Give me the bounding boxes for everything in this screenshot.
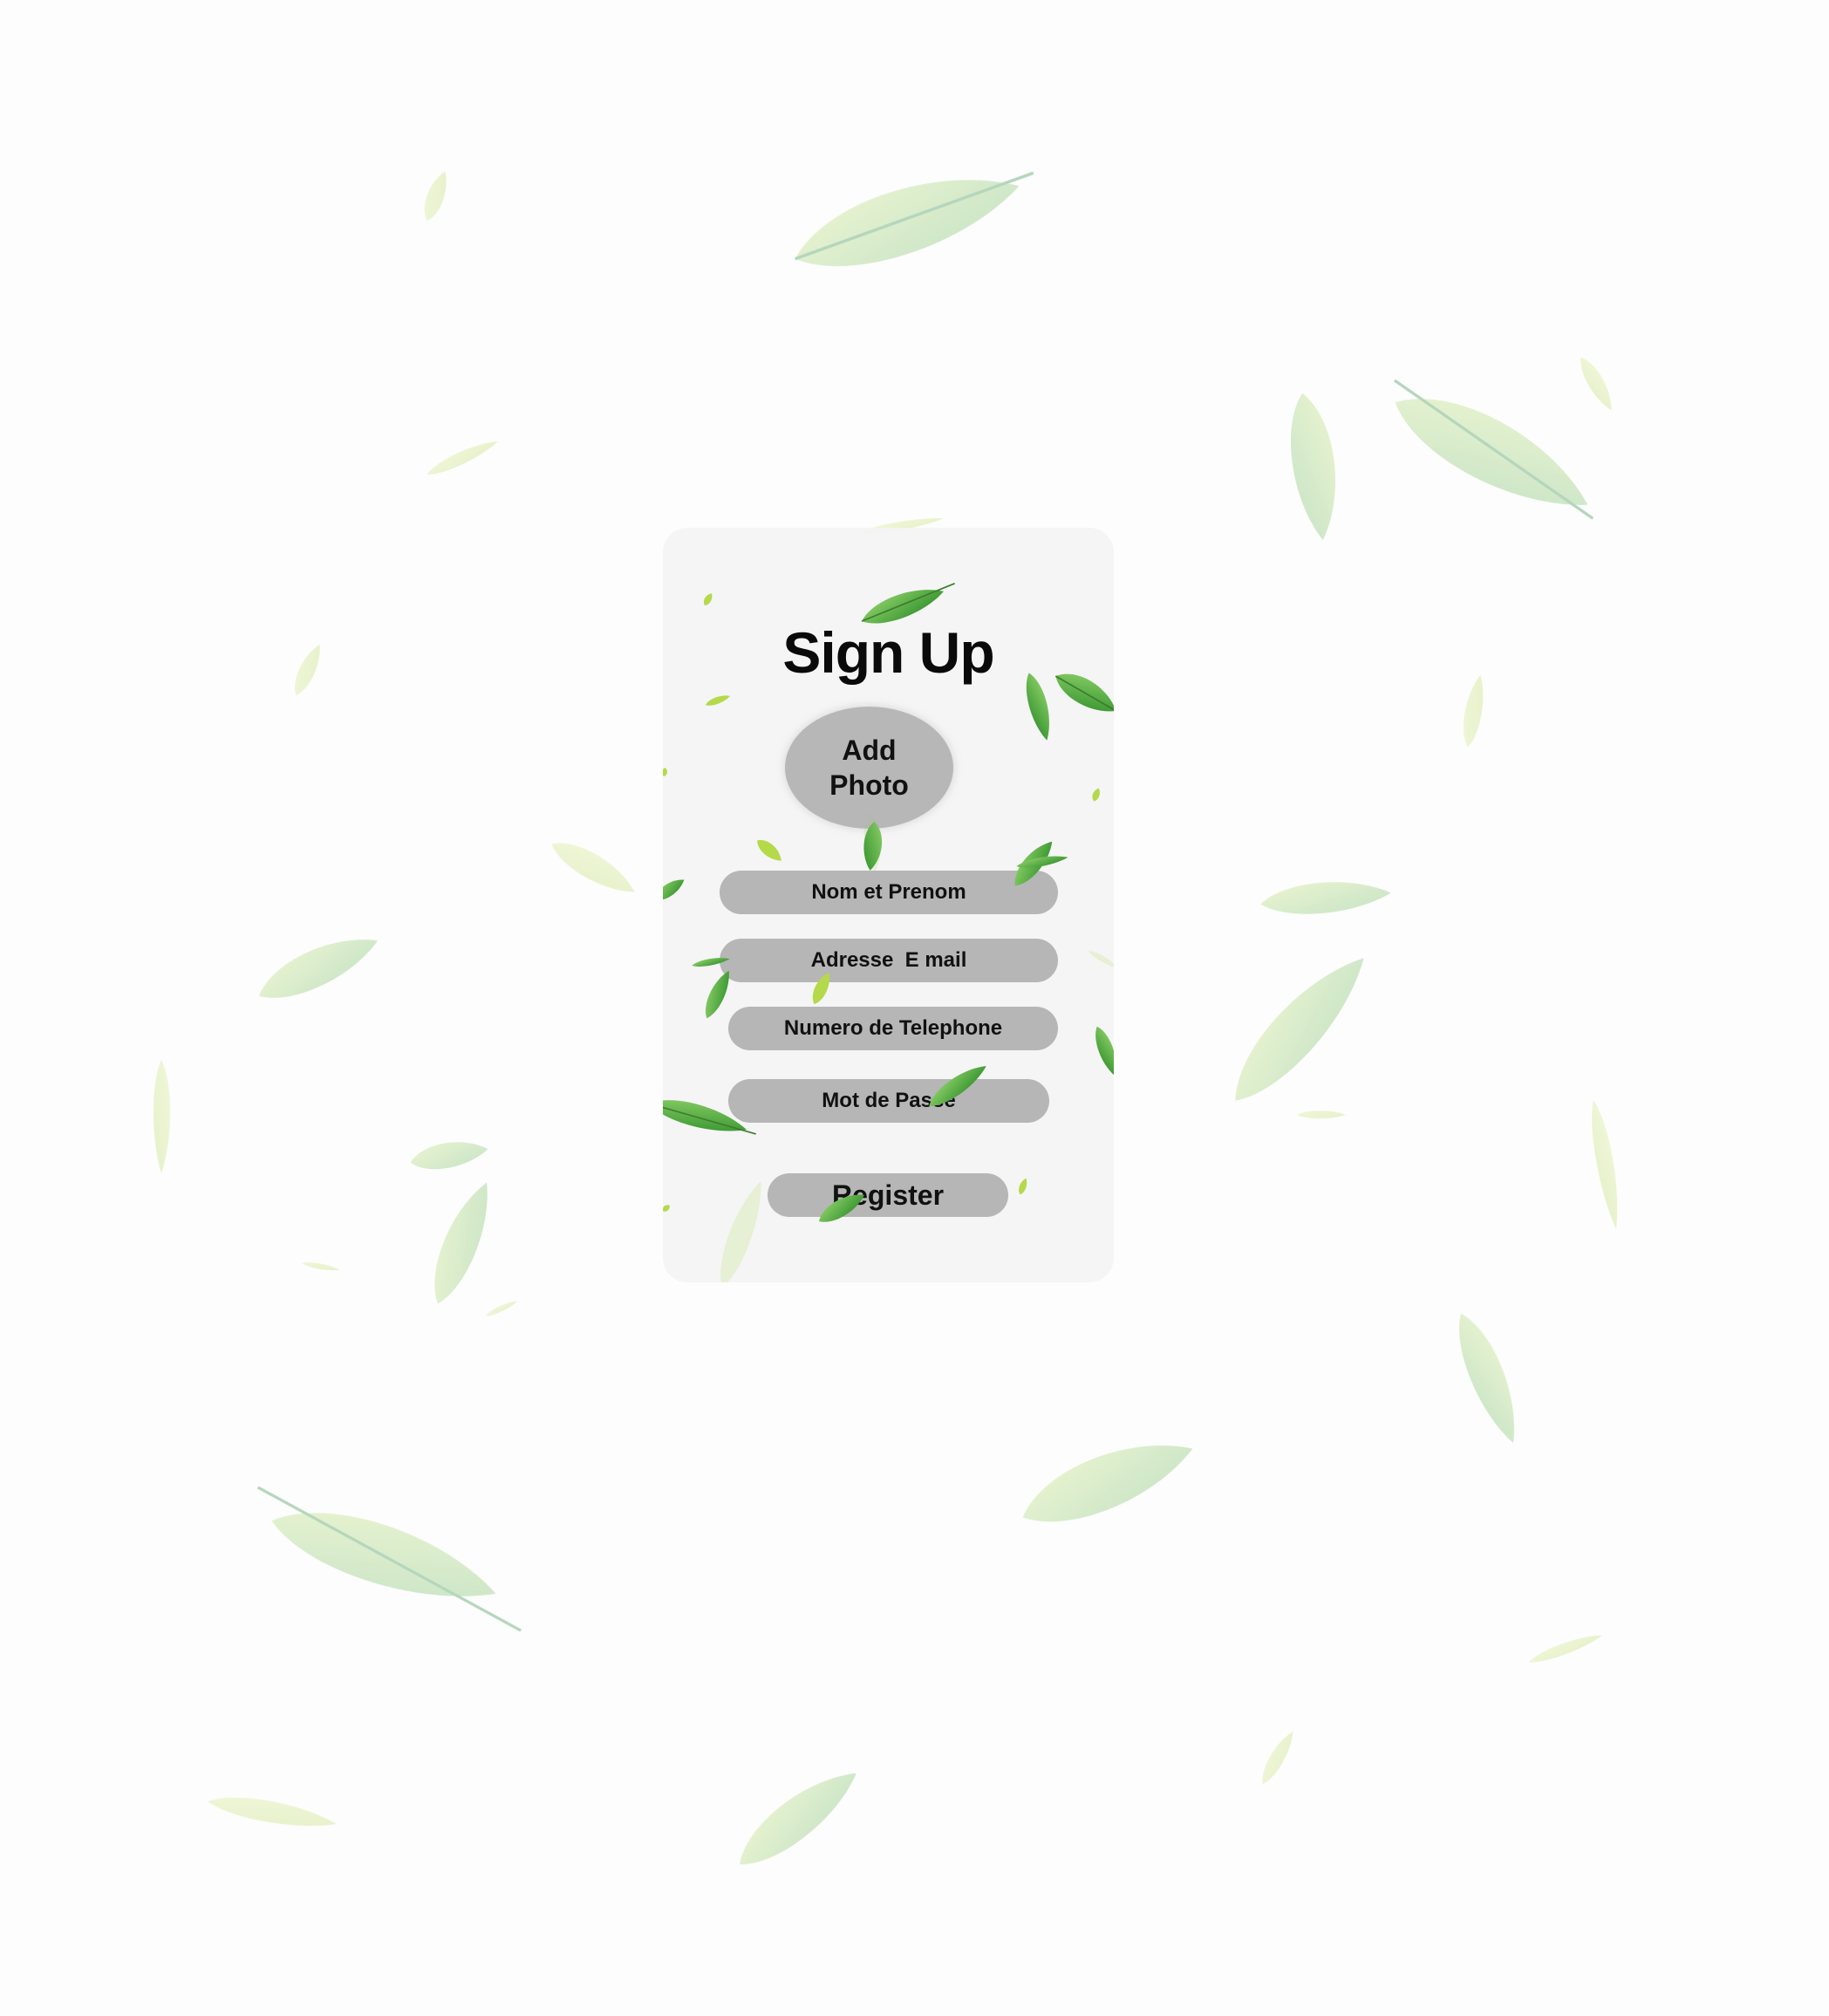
full-name-field[interactable] [720, 871, 1058, 914]
add-photo-button[interactable]: Add Photo [785, 707, 953, 829]
page-title: Sign Up [782, 620, 994, 685]
phone-number-field[interactable] [728, 1007, 1058, 1050]
register-button[interactable]: Register [768, 1173, 1008, 1217]
email-field[interactable] [720, 939, 1058, 982]
signup-screen: Sign Up Add Photo Register [0, 0, 1829, 2016]
password-field[interactable] [728, 1079, 1049, 1123]
signup-card: Sign Up Add Photo Register [663, 528, 1114, 1282]
